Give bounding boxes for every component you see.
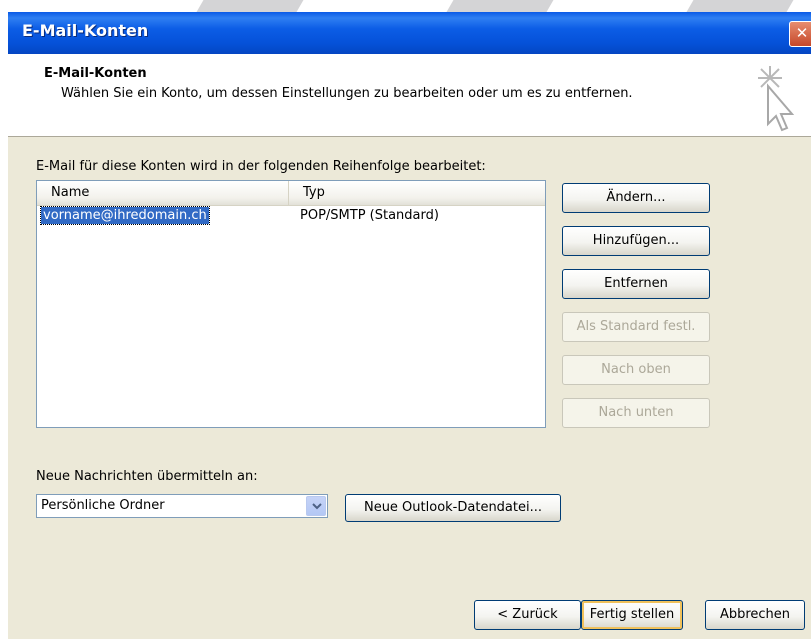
header-subtitle: Wählen Sie ein Konto, um dessen Einstell…: [61, 86, 633, 101]
close-button[interactable]: ✕: [789, 21, 811, 47]
cancel-button[interactable]: Abbrechen: [705, 600, 805, 630]
background-stripes: [0, 0, 811, 12]
wizard-header: E-Mail-Konten Wählen Sie ein Konto, um d…: [8, 54, 811, 137]
table-row[interactable]: vorname@ihredomain.ch POP/SMTP (Standard…: [37, 205, 545, 225]
account-name-cell[interactable]: vorname@ihredomain.ch: [40, 206, 210, 225]
window-title: E-Mail-Konten: [22, 21, 149, 40]
set-default-button[interactable]: Als Standard festl.: [562, 312, 710, 342]
move-up-button[interactable]: Nach oben: [562, 355, 710, 385]
title-bar[interactable]: E-Mail-Konten ✕: [8, 12, 811, 54]
remove-button[interactable]: Entfernen: [562, 269, 710, 299]
finish-button[interactable]: Fertig stellen: [581, 600, 683, 630]
header-title: E-Mail-Konten: [44, 66, 147, 81]
back-button[interactable]: < Zurück: [474, 600, 581, 630]
delivery-label: Neue Nachrichten übermitteln an:: [36, 469, 258, 484]
accounts-list-label: E-Mail für diese Konten wird in der folg…: [36, 159, 486, 174]
account-type-cell: POP/SMTP (Standard): [300, 208, 439, 223]
list-header: Name Typ: [37, 181, 545, 206]
new-data-file-button[interactable]: Neue Outlook-Datendatei...: [345, 494, 561, 522]
change-button[interactable]: Ändern...: [562, 183, 710, 213]
column-header-name[interactable]: Name: [37, 181, 289, 205]
dropdown-arrow-icon[interactable]: [306, 496, 326, 516]
column-header-type[interactable]: Typ: [289, 181, 543, 205]
email-accounts-dialog: E-Mail-Konten ✕ E-Mail-Konten Wählen Sie…: [8, 12, 811, 639]
delivery-folder-value: Persönliche Ordner: [41, 498, 165, 513]
wizard-cursor-icon: [758, 66, 795, 132]
accounts-list[interactable]: Name Typ vorname@ihredomain.ch POP/SMTP …: [36, 180, 546, 428]
add-button[interactable]: Hinzufügen...: [562, 226, 710, 256]
move-down-button[interactable]: Nach unten: [562, 398, 710, 428]
delivery-folder-select[interactable]: Persönliche Ordner: [36, 494, 328, 518]
